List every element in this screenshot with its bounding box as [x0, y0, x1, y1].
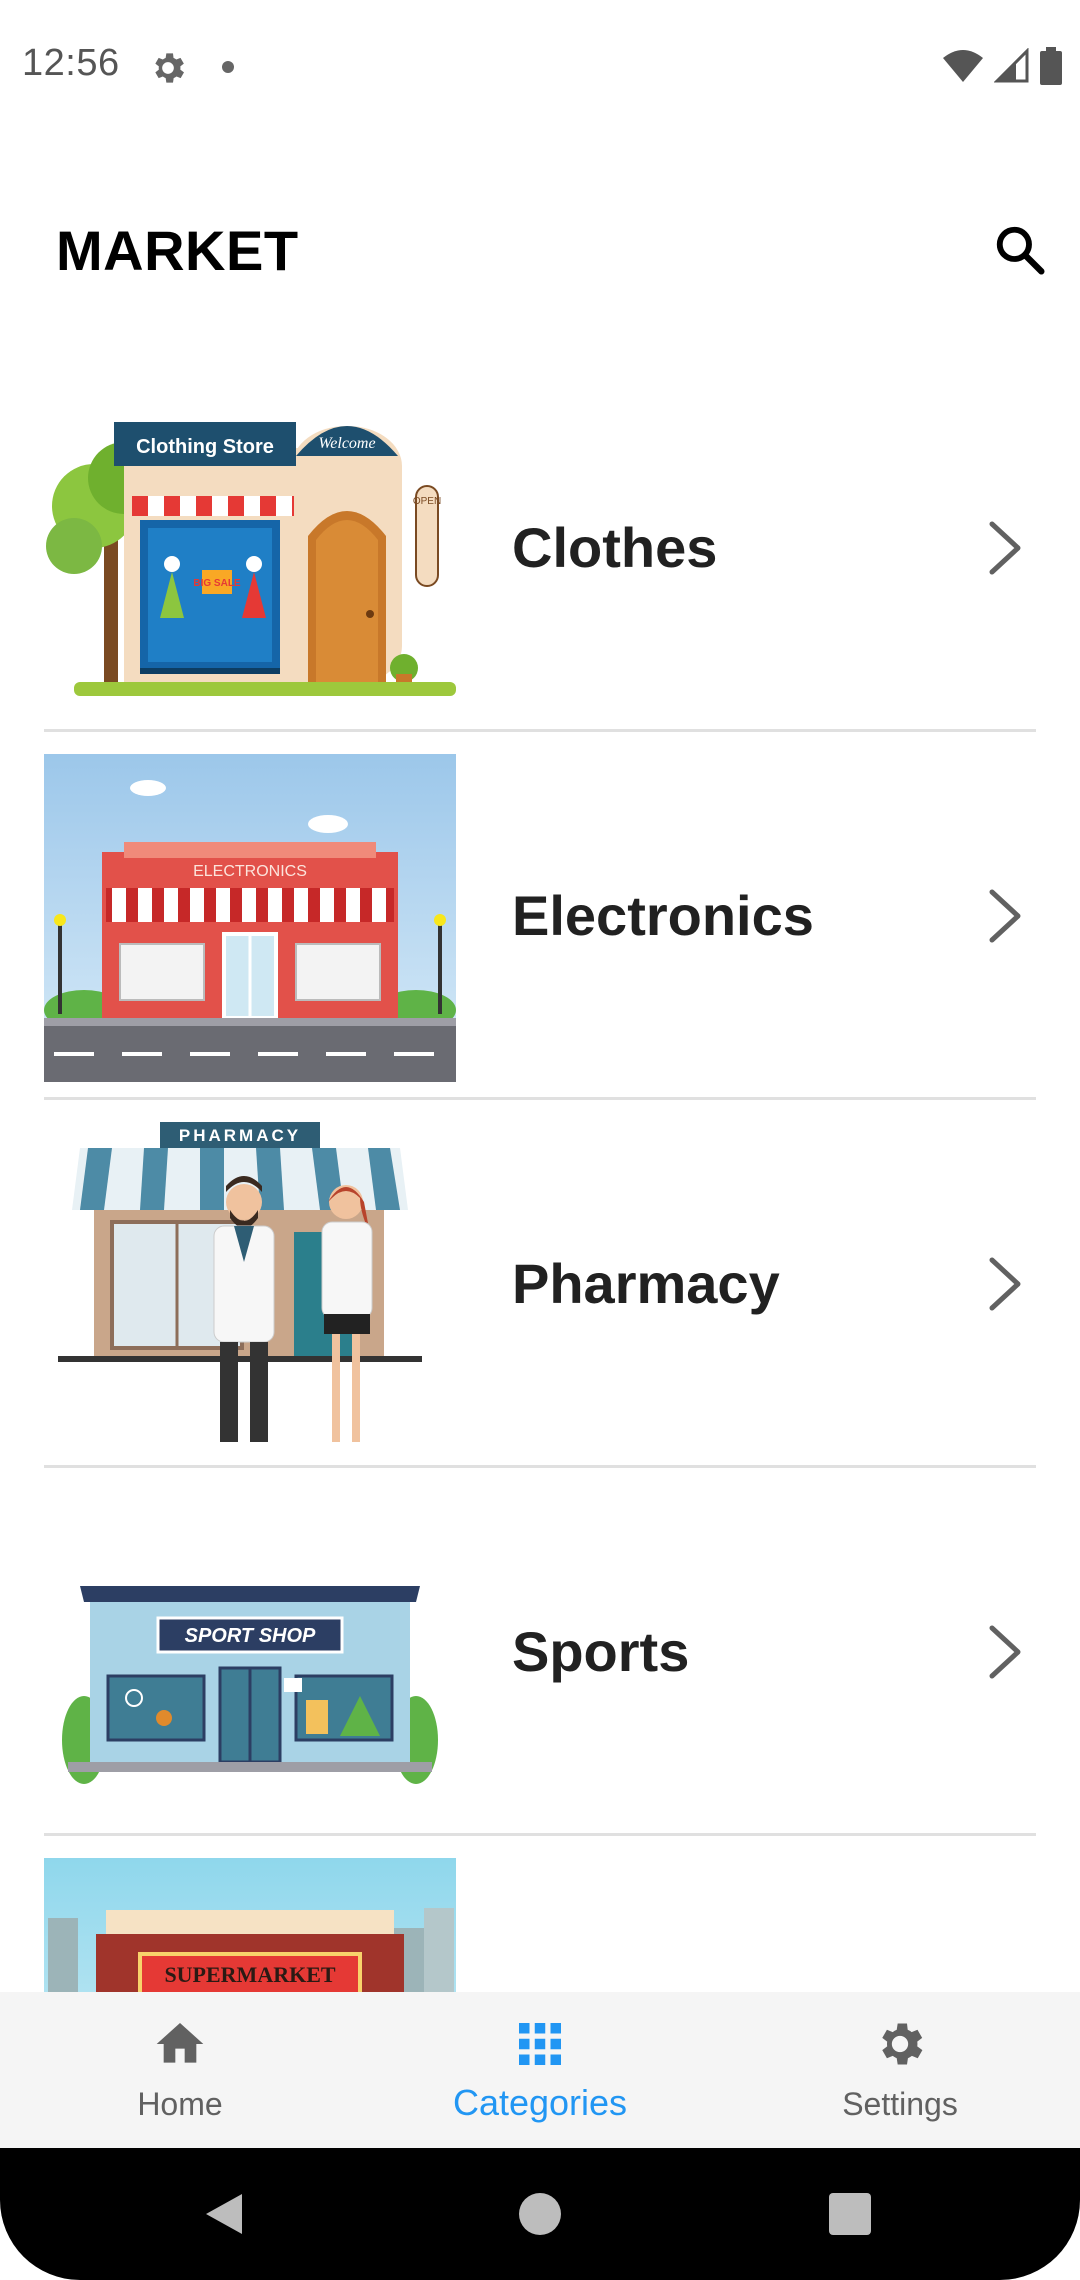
- system-navigation-bar: [0, 2148, 1080, 2280]
- grid-icon: [519, 2023, 561, 2065]
- open-sign-text: OPEN: [413, 496, 441, 507]
- app-bar: MARKET: [0, 134, 1080, 364]
- nav-item-categories[interactable]: Categories: [360, 1992, 720, 2148]
- home-icon: [156, 2023, 204, 2063]
- recents-icon[interactable]: [822, 2186, 878, 2242]
- welcome-sign-text: Welcome: [318, 435, 375, 452]
- signal-icon: [994, 48, 1029, 83]
- status-time: 12:56: [22, 42, 120, 84]
- chevron-right-icon: [989, 521, 1021, 575]
- category-row-sports[interactable]: SPORT SHOP Sports: [44, 1468, 1036, 1836]
- category-row-pharmacy[interactable]: PHARMACY Pharmacy: [44, 1100, 1036, 1468]
- electronics-store-illustration: ELECTRONICS: [44, 754, 456, 1082]
- nav-item-home[interactable]: Home: [0, 1992, 360, 2148]
- page-title: MARKET: [56, 219, 299, 282]
- category-label: Sports: [512, 1620, 690, 1683]
- gear-icon: [882, 2023, 923, 2065]
- chevron-right-icon: [989, 1625, 1021, 1679]
- category-list: Clothing Store Welcome BIG SALE OPEN Clo…: [0, 364, 1080, 1992]
- chevron-right-icon: [989, 1257, 1021, 1311]
- category-row-clothes[interactable]: Clothing Store Welcome BIG SALE OPEN Clo…: [44, 364, 1036, 732]
- category-label: Pharmacy: [512, 1252, 780, 1315]
- status-icons: [942, 46, 1062, 86]
- store-sign-text: Clothing Store: [136, 436, 274, 458]
- status-bar: 12:56: [0, 0, 1080, 134]
- category-label: Clothes: [512, 516, 718, 579]
- search-icon: [996, 226, 1045, 275]
- category-label: Electronics: [512, 884, 814, 947]
- settings-icon: [155, 53, 184, 83]
- supermarket-sign-text: SUPERMARKET: [164, 1962, 335, 1987]
- electronics-sign-text: ELECTRONICS: [193, 863, 307, 880]
- nav-label-categories: Categories: [452, 2082, 628, 2123]
- category-label: Supermarket: [512, 1836, 854, 1992]
- pharmacy-illustration: PHARMACY: [44, 1122, 456, 1450]
- search-button[interactable]: [980, 210, 1060, 290]
- supermarket-illustration: SUPERMARKET: [44, 1858, 456, 1992]
- nav-label-home: Home: [137, 2086, 223, 2122]
- category-row-supermarket[interactable]: SUPERMARKET Supermarket: [44, 1836, 1036, 1992]
- back-icon[interactable]: [196, 2186, 252, 2242]
- category-row-electronics[interactable]: ELECTRONICS Electronics: [44, 732, 1036, 1100]
- sport-shop-sign-text: SPORT SHOP: [185, 1625, 316, 1647]
- battery-icon: [1040, 47, 1062, 85]
- bottom-navigation: Home Categories Settings: [0, 1992, 1080, 2148]
- sport-shop-illustration: SPORT SHOP: [44, 1490, 456, 1818]
- nav-label-settings: Settings: [842, 2086, 958, 2122]
- pharmacy-sign-text: PHARMACY: [179, 1126, 301, 1145]
- notification-dot: [222, 61, 234, 73]
- chevron-right-icon: [989, 889, 1021, 943]
- home-circle-icon[interactable]: [512, 2186, 568, 2242]
- big-sale-text: BIG SALE: [193, 578, 241, 589]
- wifi-icon: [943, 50, 983, 82]
- nav-item-settings[interactable]: Settings: [720, 1992, 1080, 2148]
- clothing-store-illustration: Clothing Store Welcome BIG SALE OPEN: [44, 386, 456, 714]
